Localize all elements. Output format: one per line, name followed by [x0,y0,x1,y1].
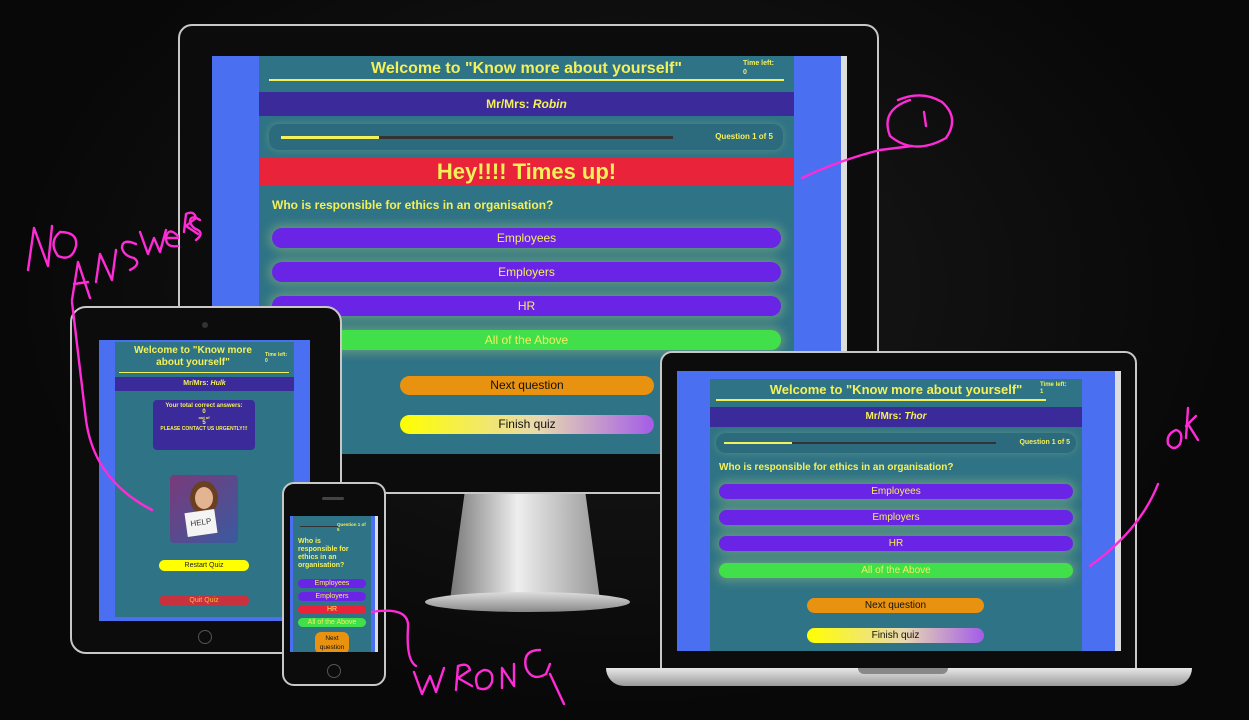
annotation-arrow-ok [1088,482,1160,568]
annotation-arrow-wrong [370,609,418,668]
annotation-arrow-one [800,144,914,180]
annotation-one [886,94,954,148]
annotation-no-answers [26,211,202,302]
annotation-arrow-no-answers [70,300,154,512]
annotation-layer [26,94,1200,706]
annotation-wrong [412,648,566,706]
annotation-ok [1166,406,1200,450]
